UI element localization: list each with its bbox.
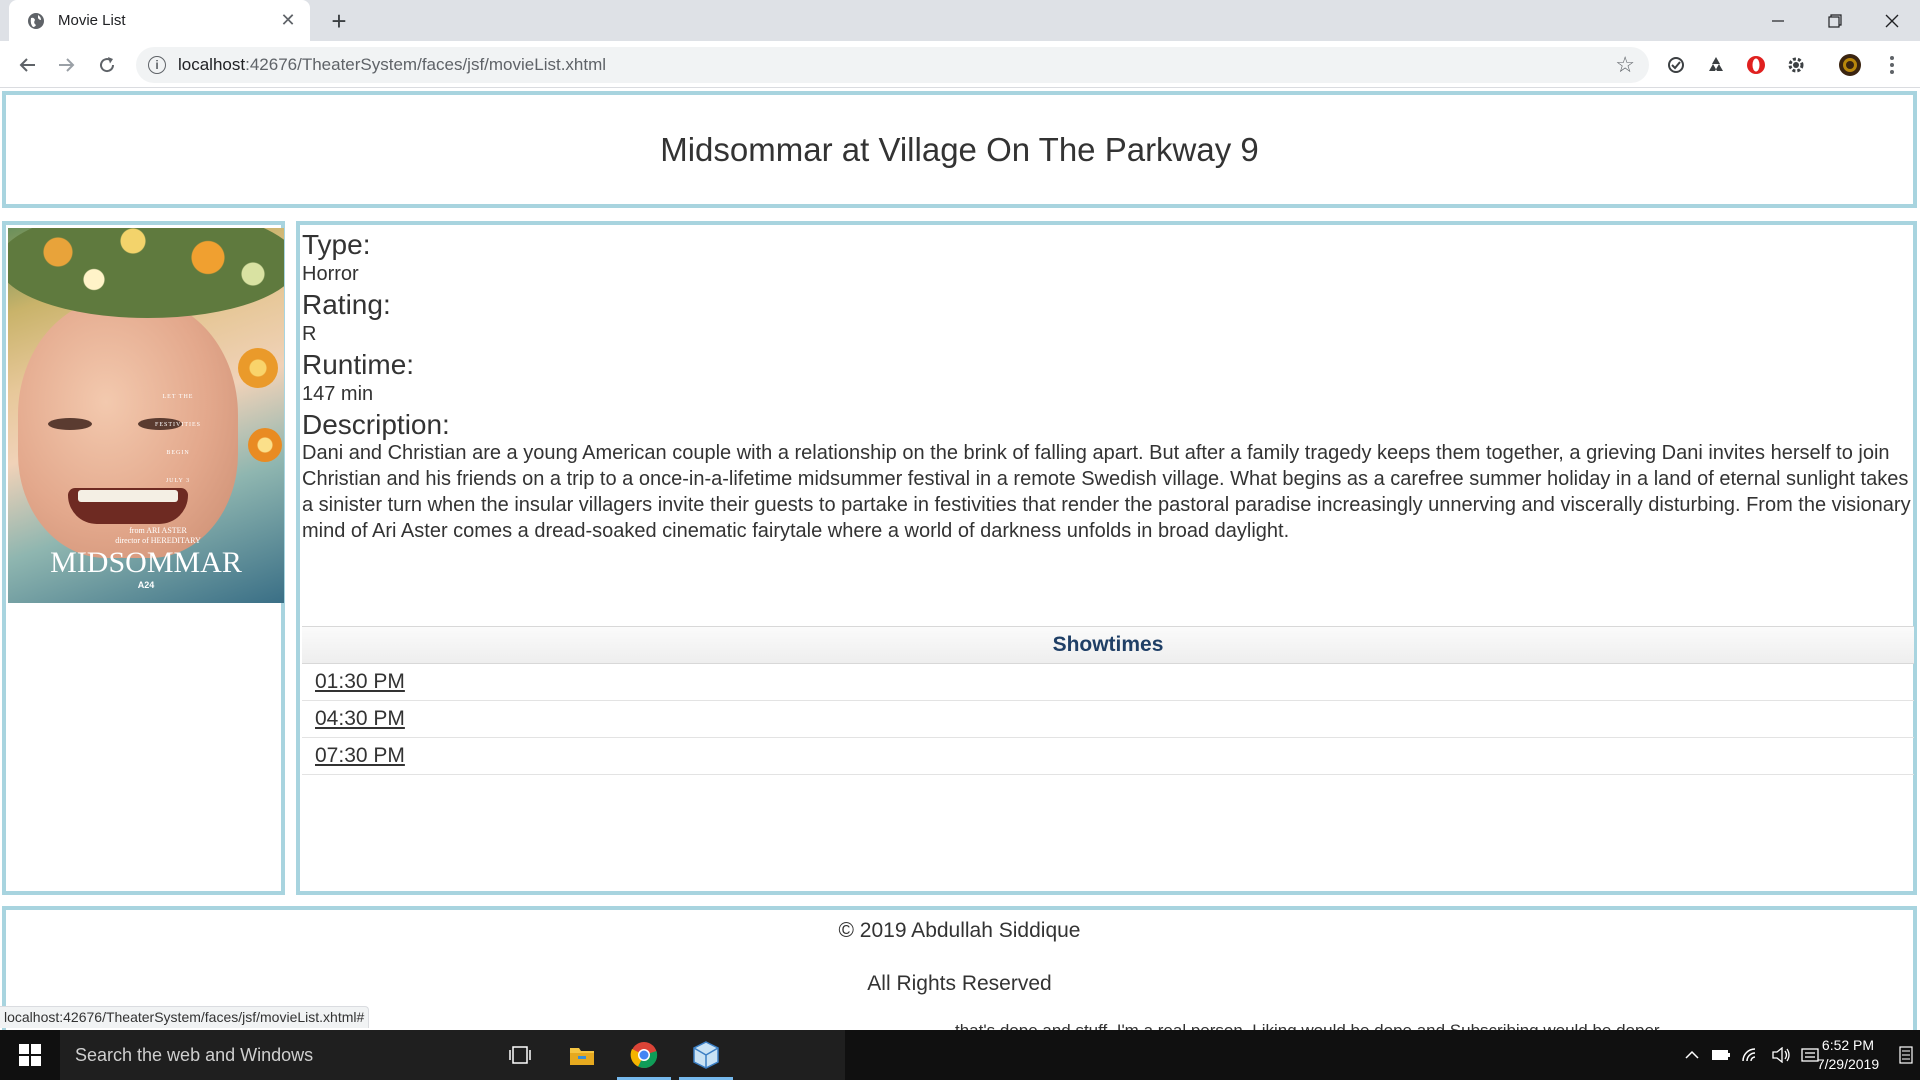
poster-flower-crown [8,228,284,318]
tab-title: Movie List [58,12,126,29]
rating-value: R [302,323,317,345]
poster-panel: LET THE FESTIVITIES BEGIN JULY 3 from AR… [2,221,285,895]
type-label: Type: [302,229,371,260]
globe-icon [26,11,46,31]
showtime-row: 07:30 PM [302,738,1914,775]
windows-start-button[interactable] [0,1030,60,1080]
poster-from: from ARI ASTER director of HEREDITARY [115,526,201,545]
type-value: Horror [302,263,359,285]
extension-recycle-icon[interactable] [1704,53,1728,77]
showtime-link[interactable]: 07:30 PM [315,744,405,768]
address-bar[interactable]: i localhost:42676/TheaterSystem/faces/js… [136,47,1649,83]
extension-sync-icon[interactable] [1664,53,1688,77]
status-bar-url: localhost:42676/TheaterSystem/faces/jsf/… [0,1006,370,1028]
description-label: Description: [302,409,450,440]
file-explorer-icon[interactable] [551,1030,613,1080]
close-tab-icon[interactable]: ✕ [278,10,298,31]
footer-rights: All Rights Reserved [867,972,1052,995]
reload-icon[interactable] [91,49,123,81]
url-path: :42676/TheaterSystem/faces/jsf/movieList… [245,55,607,74]
chrome-taskbar-icon[interactable] [613,1030,675,1080]
taskbar: Search the web and Windows 6:52 PM 7/29/… [0,1030,1920,1080]
back-arrow-icon[interactable] [11,49,43,81]
netbeans-taskbar-icon[interactable] [675,1030,737,1080]
showtimes-table: Showtimes 01:30 PM 04:30 PM 07:30 PM [302,626,1914,775]
page-title: Midsommar at Village On The Parkway 9 [660,130,1259,168]
poster-flower [248,428,282,462]
new-tab-button[interactable]: + [324,6,354,36]
showtime-row: 01:30 PM [302,664,1914,701]
showtime-link[interactable]: 04:30 PM [315,707,405,731]
poster-eye [48,418,92,430]
url-host: localhost [178,55,246,74]
browser-tab-strip: Movie List ✕ + [0,0,1920,41]
browser-tab[interactable]: Movie List ✕ [9,0,310,41]
notification-icon[interactable] [1891,1030,1920,1080]
poster-flower [238,348,278,388]
restore-button[interactable] [1806,0,1863,41]
poster-credits: LET THE FESTIVITIES BEGIN JULY 3 [155,394,201,484]
movie-poster: LET THE FESTIVITIES BEGIN JULY 3 from AR… [8,228,284,603]
description-value: Dani and Christian are a young American … [302,442,1911,542]
info-icon[interactable]: i [148,56,166,74]
profile-avatar[interactable] [1838,53,1862,77]
close-window-button[interactable] [1863,0,1920,41]
bookmark-star-icon[interactable]: ☆ [1615,52,1635,78]
task-view-icon[interactable] [489,1030,551,1080]
clock-time: 6:52 PM [1821,1037,1875,1053]
taskbar-clock[interactable]: 6:52 PM 7/29/2019 [1808,1036,1888,1074]
showtime-row: 04:30 PM [302,701,1914,738]
rating-label: Rating: [302,289,391,320]
header-panel: Midsommar at Village On The Parkway 9 [2,91,1917,208]
volume-icon[interactable] [1768,1030,1794,1080]
clock-date: 7/29/2019 [1816,1056,1880,1072]
battery-icon[interactable] [1708,1030,1734,1080]
poster-wordmark: MIDSOMMAR [50,546,242,579]
browser-toolbar: i localhost:42676/TheaterSystem/faces/js… [0,41,1920,88]
wifi-icon[interactable] [1738,1030,1764,1080]
page-content: Midsommar at Village On The Parkway 9 LE… [0,89,1920,1030]
runtime-value: 147 min [302,383,374,405]
runtime-label: Runtime: [302,349,415,380]
detail-panel: Type: Horror Rating: R Runtime: 147 min … [296,221,1917,895]
showtimes-header: Showtimes [302,626,1914,664]
menu-kebab-icon[interactable] [1880,53,1904,77]
minimize-button[interactable] [1749,0,1806,41]
forward-arrow-icon[interactable] [51,49,83,81]
extension-gear-icon[interactable] [1784,53,1808,77]
footer-copyright: © 2019 Abdullah Siddique [838,919,1081,942]
tray-chevron-up-icon[interactable] [1680,1030,1704,1080]
poster-studio-logo: A24 [137,580,155,590]
showtime-link[interactable]: 01:30 PM [315,670,405,694]
extension-opera-icon[interactable] [1744,53,1768,77]
